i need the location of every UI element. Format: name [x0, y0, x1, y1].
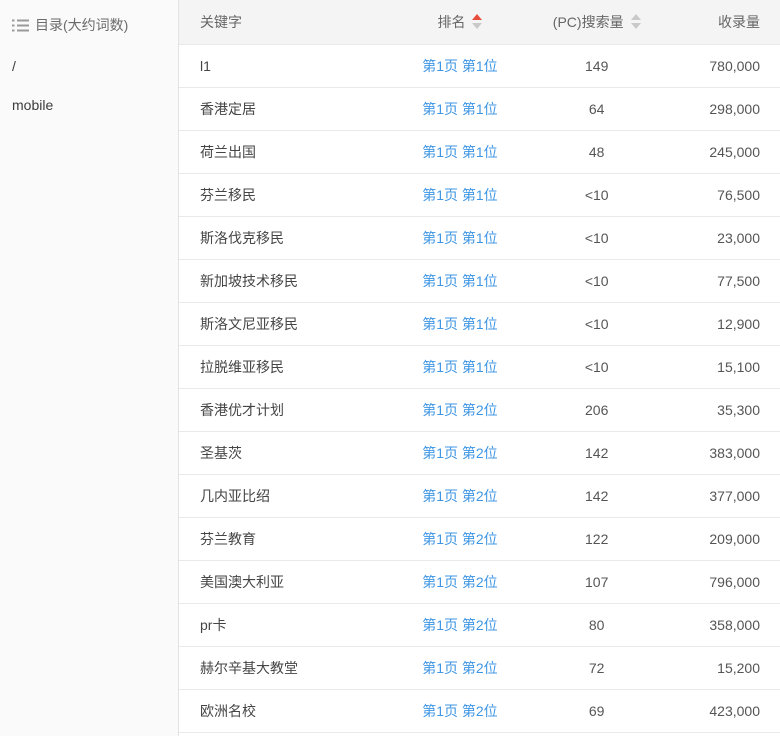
- rank-link[interactable]: 第1页 第2位: [422, 402, 497, 418]
- keyword-cell: 芬兰移民: [179, 173, 389, 216]
- keyword-cell: 几内亚比绍: [179, 474, 389, 517]
- rank-link[interactable]: 第1页 第2位: [422, 488, 497, 504]
- rank-link[interactable]: 第1页 第1位: [422, 273, 497, 289]
- indexed-count-cell: 383,000: [663, 431, 780, 474]
- column-header-indexed: 收录量: [663, 0, 780, 44]
- table-row: 欧洲名校 第1页 第2位 69 423,000: [179, 689, 780, 732]
- indexed-count-cell: 77,500: [663, 259, 780, 302]
- pc-search-volume-cell: 107: [531, 560, 663, 603]
- rank-link[interactable]: 第1页 第2位: [422, 445, 497, 461]
- pc-search-volume-cell: 72: [531, 646, 663, 689]
- sidebar-item-root[interactable]: /: [12, 58, 166, 74]
- table-row: 香港定居 第1页 第1位 64 298,000: [179, 87, 780, 130]
- keyword-cell: 斯洛文尼亚移民: [179, 302, 389, 345]
- table-row: 斯洛文尼亚移民 第1页 第1位 <10 12,900: [179, 302, 780, 345]
- indexed-count-cell: 12,900: [663, 302, 780, 345]
- keyword-cell: pr卡: [179, 603, 389, 646]
- indexed-count-cell: 23,000: [663, 216, 780, 259]
- pc-search-volume-cell: 122: [531, 517, 663, 560]
- indexed-count-cell: 245,000: [663, 130, 780, 173]
- keyword-rank-app: 目录(大约词数) / mobile 关键字 排名: [0, 0, 780, 736]
- keyword-cell: 赫尔辛基大教堂: [179, 646, 389, 689]
- keyword-cell: 香港优才计划: [179, 388, 389, 431]
- keyword-cell: 新加坡技术移民: [179, 259, 389, 302]
- indexed-count-cell: 780,000: [663, 44, 780, 87]
- rank-link[interactable]: 第1页 第2位: [422, 531, 497, 547]
- indexed-count-cell: 358,000: [663, 603, 780, 646]
- indexed-count-cell: 423,000: [663, 689, 780, 732]
- sort-toggle-rank-icon[interactable]: [472, 14, 482, 29]
- indexed-count-cell: 209,000: [663, 517, 780, 560]
- rank-link[interactable]: 第1页 第1位: [422, 101, 497, 117]
- rank-link[interactable]: 第1页 第1位: [422, 187, 497, 203]
- table-row: 拉脱维亚移民 第1页 第1位 <10 15,100: [179, 345, 780, 388]
- keyword-cell: 美国澳大利亚: [179, 560, 389, 603]
- directory-sidebar: 目录(大约词数) / mobile: [0, 0, 179, 736]
- rank-link[interactable]: 第1页 第2位: [422, 574, 497, 590]
- table-body: l1 第1页 第1位 149 780,000 香港定居 第1页 第1位 64 2…: [179, 44, 780, 732]
- rank-link[interactable]: 第1页 第1位: [422, 316, 497, 332]
- rank-link[interactable]: 第1页 第2位: [422, 617, 497, 633]
- pc-search-volume-cell: 142: [531, 474, 663, 517]
- directory-title: 目录(大约词数): [12, 15, 166, 35]
- rank-link[interactable]: 第1页 第1位: [422, 58, 497, 74]
- keyword-table-panel: 关键字 排名 (PC)搜索量: [179, 0, 780, 736]
- column-header-rank-label: 排名: [437, 12, 465, 32]
- rank-link[interactable]: 第1页 第2位: [422, 703, 497, 719]
- keyword-cell: 芬兰教育: [179, 517, 389, 560]
- indexed-count-cell: 76,500: [663, 173, 780, 216]
- pc-search-volume-cell: 149: [531, 44, 663, 87]
- keyword-table: 关键字 排名 (PC)搜索量: [179, 0, 780, 733]
- table-row: 荷兰出国 第1页 第1位 48 245,000: [179, 130, 780, 173]
- keyword-cell: 拉脱维亚移民: [179, 345, 389, 388]
- table-row: 几内亚比绍 第1页 第2位 142 377,000: [179, 474, 780, 517]
- table-row: 赫尔辛基大教堂 第1页 第2位 72 15,200: [179, 646, 780, 689]
- table-row: pr卡 第1页 第2位 80 358,000: [179, 603, 780, 646]
- pc-search-volume-cell: 69: [531, 689, 663, 732]
- indexed-count-cell: 796,000: [663, 560, 780, 603]
- pc-search-volume-cell: <10: [531, 216, 663, 259]
- pc-search-volume-cell: <10: [531, 173, 663, 216]
- pc-search-volume-cell: <10: [531, 345, 663, 388]
- sort-toggle-pc-search-volume-icon[interactable]: [631, 14, 641, 29]
- sidebar-item-mobile[interactable]: mobile: [12, 97, 166, 113]
- keyword-cell: l1: [179, 44, 389, 87]
- table-row: 芬兰移民 第1页 第1位 <10 76,500: [179, 173, 780, 216]
- keyword-cell: 香港定居: [179, 87, 389, 130]
- indexed-count-cell: 35,300: [663, 388, 780, 431]
- column-header-rank[interactable]: 排名: [389, 0, 530, 44]
- column-header-pc-search-volume[interactable]: (PC)搜索量: [531, 0, 663, 44]
- pc-search-volume-cell: 142: [531, 431, 663, 474]
- pc-search-volume-cell: <10: [531, 302, 663, 345]
- table-row: l1 第1页 第1位 149 780,000: [179, 44, 780, 87]
- table-row: 香港优才计划 第1页 第2位 206 35,300: [179, 388, 780, 431]
- keyword-cell: 圣基茨: [179, 431, 389, 474]
- keyword-cell: 荷兰出国: [179, 130, 389, 173]
- table-header-row: 关键字 排名 (PC)搜索量: [179, 0, 780, 44]
- indexed-count-cell: 298,000: [663, 87, 780, 130]
- pc-search-volume-cell: 64: [531, 87, 663, 130]
- rank-link[interactable]: 第1页 第1位: [422, 144, 497, 160]
- table-row: 斯洛伐克移民 第1页 第1位 <10 23,000: [179, 216, 780, 259]
- table-row: 圣基茨 第1页 第2位 142 383,000: [179, 431, 780, 474]
- rank-link[interactable]: 第1页 第1位: [422, 359, 497, 375]
- indexed-count-cell: 377,000: [663, 474, 780, 517]
- rank-link[interactable]: 第1页 第1位: [422, 230, 497, 246]
- table-row: 新加坡技术移民 第1页 第1位 <10 77,500: [179, 259, 780, 302]
- directory-title-label: 目录(大约词数): [35, 15, 128, 35]
- rank-link[interactable]: 第1页 第2位: [422, 660, 497, 676]
- pc-search-volume-cell: 80: [531, 603, 663, 646]
- pc-search-volume-cell: 48: [531, 130, 663, 173]
- column-header-keyword: 关键字: [179, 0, 389, 44]
- indexed-count-cell: 15,200: [663, 646, 780, 689]
- indexed-count-cell: 15,100: [663, 345, 780, 388]
- keyword-cell: 斯洛伐克移民: [179, 216, 389, 259]
- list-icon: [12, 19, 29, 32]
- table-row: 芬兰教育 第1页 第2位 122 209,000: [179, 517, 780, 560]
- keyword-cell: 欧洲名校: [179, 689, 389, 732]
- column-header-pc-search-volume-label: (PC)搜索量: [553, 12, 624, 32]
- pc-search-volume-cell: 206: [531, 388, 663, 431]
- table-row: 美国澳大利亚 第1页 第2位 107 796,000: [179, 560, 780, 603]
- pc-search-volume-cell: <10: [531, 259, 663, 302]
